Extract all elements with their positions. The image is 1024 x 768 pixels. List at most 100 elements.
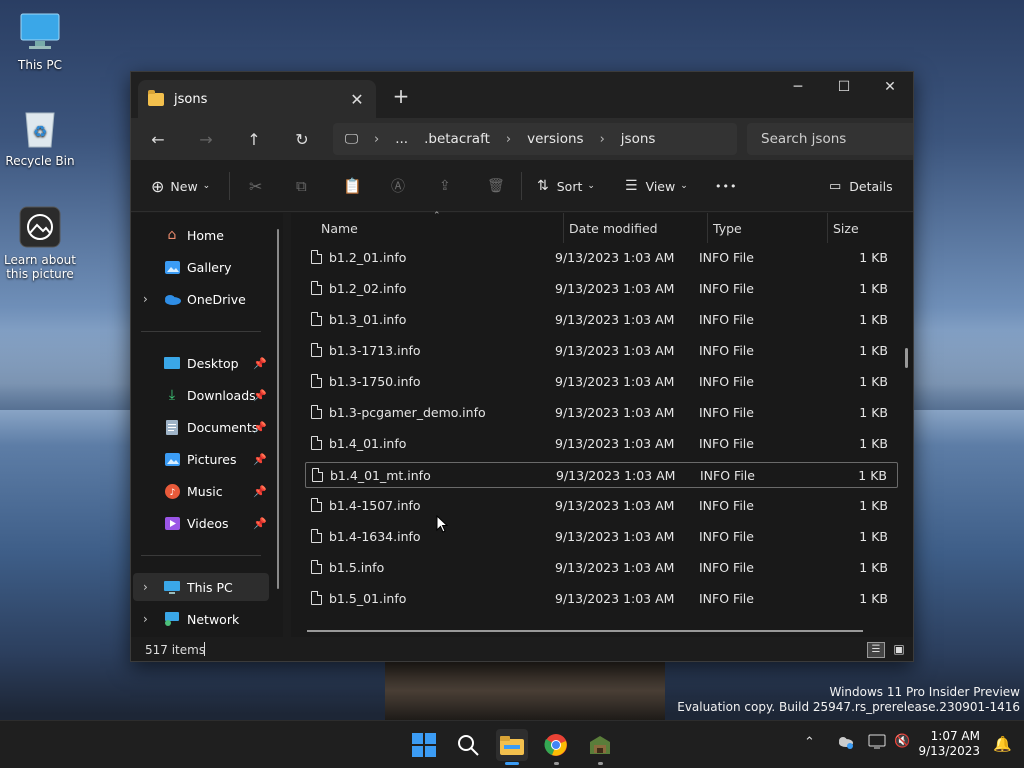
maximize-button[interactable]: ☐	[821, 72, 867, 102]
file-row[interactable]: b1.3-pcgamer_demo.info 9/13/2023 1:03 AM I…	[305, 400, 898, 426]
desktop-icon-learn-picture[interactable]: Learn about this picture	[0, 205, 80, 281]
sidebar-item-label: Videos	[187, 515, 229, 531]
sidebar-item-videos[interactable]: Videos 📌	[133, 509, 269, 537]
volume-muted-icon[interactable]: 🔇	[894, 734, 910, 749]
breadcrumb-jsons[interactable]: jsons	[621, 131, 656, 147]
minimize-button[interactable]: ─	[775, 72, 821, 102]
minecraft-launcher-icon[interactable]	[584, 729, 616, 765]
rename-icon[interactable]: Ⓐ	[391, 174, 405, 198]
horizontal-scrollbar[interactable]	[307, 630, 863, 632]
sidebar-item-gallery[interactable]: Gallery	[133, 253, 269, 281]
refresh-icon[interactable]: ↻	[287, 124, 317, 154]
search-icon[interactable]	[452, 729, 484, 761]
sidebar-item-downloads[interactable]: ⤓ Downloads 📌	[133, 381, 269, 409]
file-row[interactable]: b1.5_01.info 9/13/2023 1:03 AM INFO File 1 …	[305, 586, 898, 612]
desktop-icon-recycle-bin[interactable]: ♻ Recycle Bin	[0, 106, 80, 168]
sidebar-item-label: Documents	[187, 419, 259, 435]
system-clock[interactable]: 1:07 AM 9/13/2023	[918, 729, 980, 759]
chevron-right-icon[interactable]: ›	[143, 292, 148, 306]
notification-bell-icon[interactable]: 🔔	[993, 735, 1012, 753]
close-tab-icon[interactable]: ✕	[348, 90, 366, 109]
pin-icon[interactable]: 📌	[253, 421, 267, 434]
file-name: b1.2_01.info	[329, 250, 407, 265]
tiles-view-icon[interactable]: ▣	[891, 642, 907, 658]
file-row[interactable]: b1.3-1713.info 9/13/2023 1:03 AM INFO File…	[305, 338, 898, 364]
clock-time: 1:07 AM	[930, 729, 980, 743]
sidebar-item-documents[interactable]: Documents 📌	[133, 413, 269, 441]
file-date: 9/13/2023 1:03 AM	[555, 529, 675, 544]
file-row[interactable]: b1.2_02.info 9/13/2023 1:03 AM INFO File 1 …	[305, 276, 898, 302]
pin-icon[interactable]: 📌	[253, 517, 267, 530]
chrome-icon[interactable]	[540, 729, 572, 765]
breadcrumb-betacraft[interactable]: .betacraft	[424, 131, 490, 147]
network-tray-icon[interactable]	[868, 734, 886, 753]
start-windows-icon[interactable]	[408, 729, 440, 761]
sort-button[interactable]: ⇅ Sort ⌄	[537, 174, 595, 198]
delete-icon[interactable]: 🗑	[487, 174, 505, 198]
pin-icon[interactable]: 📌	[253, 485, 267, 498]
file-row[interactable]: b1.4-1634.info 9/13/2023 1:03 AM INFO File…	[305, 524, 898, 550]
more-options-button[interactable]: •••	[715, 174, 737, 198]
column-divider[interactable]	[707, 213, 708, 243]
column-header-size[interactable]: Size	[833, 213, 859, 243]
sidebar-item-music[interactable]: ♪ Music 📌	[133, 477, 269, 505]
chevron-right-icon[interactable]: ›	[143, 580, 148, 594]
share-icon[interactable]: ⇪	[439, 174, 451, 198]
file-row[interactable]: b1.4_01.info 9/13/2023 1:03 AM INFO File 1 …	[305, 431, 898, 457]
sidebar-item-desktop[interactable]: Desktop 📌	[133, 349, 269, 377]
file-icon	[311, 250, 322, 264]
file-explorer-window: jsons ✕ + ─ ☐ ✕ ← → ↑ ↻ 🖵 › ... .betacra…	[130, 71, 914, 662]
desktop-icon-this-pc[interactable]: This PC	[0, 10, 80, 72]
pin-icon[interactable]: 📌	[253, 357, 267, 370]
chevron-up-icon[interactable]: ⌃	[804, 735, 815, 750]
new-tab-button[interactable]: +	[389, 84, 413, 108]
file-name: b1.4_01_mt.info	[330, 468, 431, 483]
sidebar-scrollbar[interactable]	[277, 229, 279, 589]
pin-icon[interactable]: 📌	[253, 389, 267, 402]
column-divider[interactable]	[827, 213, 828, 243]
network-icon	[163, 611, 181, 627]
details-view-icon[interactable]: ☰	[867, 642, 885, 658]
tab-jsons[interactable]: jsons ✕	[138, 80, 376, 118]
sidebar-item-network[interactable]: › Network	[133, 605, 269, 633]
pin-icon[interactable]: 📌	[253, 453, 267, 466]
column-header-name[interactable]: Name	[321, 213, 358, 243]
file-explorer-taskbar-icon[interactable]	[496, 729, 528, 765]
column-header-date[interactable]: Date modified	[569, 213, 658, 243]
copy-icon[interactable]: ⧉	[296, 174, 307, 198]
search-input[interactable]: Search jsons	[747, 123, 913, 155]
onedrive-tray-icon[interactable]	[836, 735, 854, 752]
file-row[interactable]: b1.4_01_mt.info 9/13/2023 1:03 AM INFO Fil…	[305, 462, 898, 488]
chevron-down-icon: ⌄	[202, 181, 211, 191]
file-row[interactable]: b1.3-1750.info 9/13/2023 1:03 AM INFO File…	[305, 369, 898, 395]
mouse-cursor-icon	[436, 514, 449, 536]
sidebar-item-this-pc[interactable]: › This PC	[133, 573, 269, 601]
new-button[interactable]: ⊕ New ⌄	[151, 174, 210, 198]
vertical-scrollbar-thumb[interactable]	[905, 348, 908, 368]
breadcrumb-versions[interactable]: versions	[527, 131, 583, 147]
file-row[interactable]: b1.2_01.info 9/13/2023 1:03 AM INFO File 1 …	[305, 245, 898, 271]
sidebar-item-pictures[interactable]: Pictures 📌	[133, 445, 269, 473]
sidebar-item-onedrive[interactable]: › OneDrive	[133, 285, 269, 313]
file-row[interactable]: b1.3_01.info 9/13/2023 1:03 AM INFO File 1 …	[305, 307, 898, 333]
up-arrow-icon[interactable]: ↑	[239, 124, 269, 154]
svg-text:♻: ♻	[33, 122, 47, 141]
chevron-right-icon[interactable]: ›	[143, 612, 148, 626]
column-divider[interactable]	[563, 213, 564, 243]
forward-arrow-icon[interactable]: →	[191, 124, 221, 154]
breadcrumb-overflow[interactable]: ...	[395, 131, 408, 147]
column-header-type[interactable]: Type	[713, 213, 742, 243]
sidebar-item-home[interactable]: ⌂ Home	[133, 221, 269, 249]
video-icon	[163, 515, 181, 531]
details-button[interactable]: ▭ Details	[829, 174, 893, 198]
file-icon	[312, 468, 323, 482]
view-button[interactable]: ☰ View ⌄	[625, 174, 688, 198]
back-arrow-icon[interactable]: ←	[143, 124, 173, 154]
paste-icon[interactable]: 📋	[343, 174, 362, 198]
close-window-button[interactable]: ✕	[867, 72, 913, 102]
address-bar[interactable]: 🖵 › ... .betacraft › versions › jsons	[333, 123, 737, 155]
file-size: 1 KB	[859, 281, 888, 296]
file-row[interactable]: b1.5.info 9/13/2023 1:03 AM INFO File 1 KB	[305, 555, 898, 581]
file-row[interactable]: b1.4-1507.info 9/13/2023 1:03 AM INFO File…	[305, 493, 898, 519]
cut-icon[interactable]: ✂	[249, 174, 262, 198]
